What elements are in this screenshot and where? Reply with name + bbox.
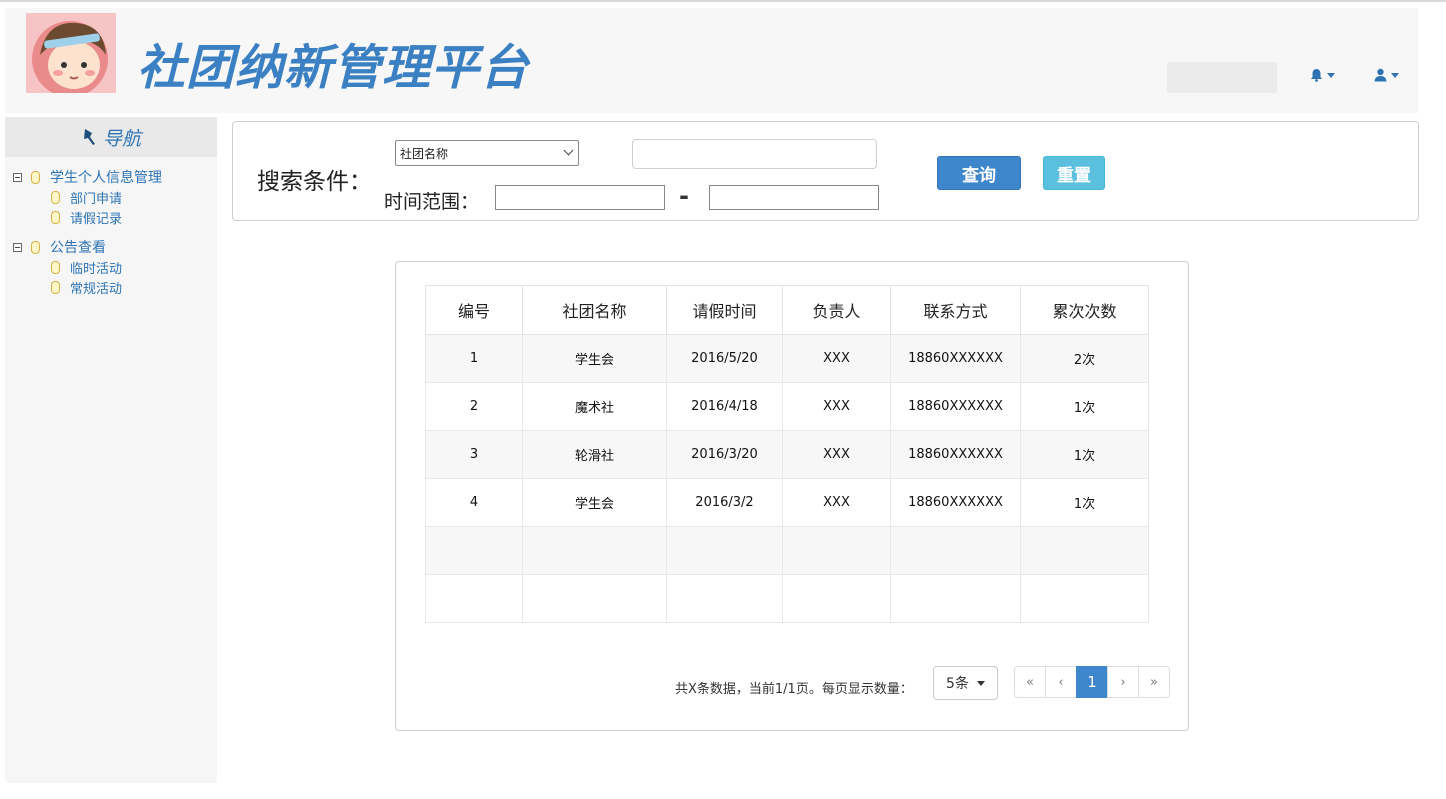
keyword-input[interactable] (632, 139, 877, 169)
table-cell: 2 (425, 382, 523, 431)
table-cell: 3 (425, 430, 523, 479)
table-row[interactable]: 2 魔术社 2016/4/18 XXX 18860XXXXXX 1次 (425, 382, 1149, 431)
table-row[interactable]: 4 学生会 2016/3/2 XXX 18860XXXXXX 1次 (425, 478, 1149, 527)
tree-item-label: 临时活动 (70, 261, 123, 277)
query-button[interactable]: 查询 (937, 156, 1021, 190)
table-cell: 学生会 (522, 478, 667, 527)
search-panel: 搜索条件： 社团名称 时间范围： - 查询 重置 (232, 121, 1419, 221)
start-date-input[interactable] (495, 185, 665, 210)
table-cell: 18860XXXXXX (890, 478, 1021, 527)
table-cell: 2016/3/20 (666, 430, 783, 479)
tree-item-leave-records[interactable]: 请假记录 (13, 207, 217, 227)
column-header[interactable]: 负责人 (782, 285, 891, 335)
table-cell: 魔术社 (522, 382, 667, 431)
results-table: 编号 社团名称 请假时间 负责人 联系方式 累次次数 1 学生会 2016/5/… (425, 285, 1149, 623)
table-cell: 2016/4/18 (666, 382, 783, 431)
table-cell: 2016/3/2 (666, 478, 783, 527)
tree-item-department-apply[interactable]: 部门申请 (13, 187, 217, 207)
table-cell: 1次 (1020, 430, 1149, 479)
sidebar-header: 导航 (5, 117, 217, 157)
column-header[interactable]: 社团名称 (522, 285, 667, 335)
header-placeholder-box (1167, 62, 1277, 93)
date-separator: - (679, 182, 689, 210)
table-cell: 18860XXXXXX (890, 382, 1021, 431)
tree-item-temporary-activities[interactable]: 临时活动 (13, 257, 217, 277)
paperclip-icon (31, 240, 40, 254)
pagination: « ‹ 1 › » (1014, 666, 1170, 698)
paperclip-icon (51, 280, 60, 294)
table-header-row: 编号 社团名称 请假时间 负责人 联系方式 累次次数 (425, 285, 1149, 335)
table-cell: 1次 (1020, 382, 1149, 431)
sidebar-title: 导航 (102, 127, 141, 150)
table-cell: 2016/5/20 (666, 334, 783, 383)
collapse-icon[interactable] (13, 242, 22, 252)
table-cell: 2次 (1020, 334, 1149, 383)
time-range-label: 时间范围： (384, 191, 480, 213)
column-header[interactable]: 请假时间 (666, 285, 783, 335)
search-field-select[interactable]: 社团名称 (395, 140, 579, 166)
nav-tree: 学生个人信息管理 部门申请 请假记录 公告查看 临时活动 常规活动 (5, 157, 217, 297)
column-header[interactable]: 编号 (425, 285, 523, 335)
table-cell: 学生会 (522, 334, 667, 383)
column-header[interactable]: 累次次数 (1020, 285, 1149, 335)
table-cell: 18860XXXXXX (890, 334, 1021, 383)
top-border (0, 0, 1446, 2)
table-cell: 轮滑社 (522, 430, 667, 479)
chevron-down-icon (1391, 72, 1399, 78)
chevron-down-icon (563, 145, 574, 156)
header-bar: 社团纳新管理平台 (5, 8, 1418, 113)
table-cell: XXX (782, 478, 891, 527)
chevron-down-icon (1327, 72, 1335, 78)
table-row[interactable]: 3 轮滑社 2016/3/20 XXX 18860XXXXXX 1次 (425, 430, 1149, 479)
tree-item-regular-activities[interactable]: 常规活动 (13, 277, 217, 297)
table-cell: XXX (782, 430, 891, 479)
table-cell: 4 (425, 478, 523, 527)
app-title: 社团纳新管理平台 (137, 40, 530, 96)
table-cell: XXX (782, 334, 891, 383)
pin-icon (83, 129, 95, 145)
last-page-button[interactable]: » (1138, 666, 1170, 698)
paperclip-icon (31, 170, 40, 184)
paperclip-icon (51, 190, 60, 204)
table-cell: 1次 (1020, 478, 1149, 527)
notification-dropdown[interactable] (1310, 68, 1335, 82)
collapse-icon[interactable] (13, 172, 22, 182)
prev-page-button[interactable]: ‹ (1045, 666, 1077, 698)
table-cell: 18860XXXXXX (890, 430, 1021, 479)
user-icon (1374, 68, 1387, 82)
paperclip-icon (51, 210, 60, 224)
page-size-value: 5条 (946, 676, 969, 692)
empty-table-row (425, 574, 1149, 623)
empty-table-row (425, 526, 1149, 575)
tree-item-label: 常规活动 (70, 281, 123, 297)
next-page-button[interactable]: › (1107, 666, 1139, 698)
page-1-button[interactable]: 1 (1076, 666, 1108, 698)
tree-item-label: 请假记录 (70, 211, 123, 227)
table-row[interactable]: 1 学生会 2016/5/20 XXX 18860XXXXXX 2次 (425, 334, 1149, 383)
tree-group-label: 公告查看 (50, 240, 106, 256)
user-dropdown[interactable] (1374, 68, 1399, 82)
search-conditions-label: 搜索条件： (257, 169, 372, 195)
tree-group-student-info[interactable]: 学生个人信息管理 (13, 167, 217, 187)
column-header[interactable]: 联系方式 (890, 285, 1021, 335)
paperclip-icon (51, 260, 60, 274)
tree-group-label: 学生个人信息管理 (50, 170, 162, 186)
sidebar: 导航 学生个人信息管理 部门申请 请假记录 公告查看 临时活动 常规活动 (5, 117, 217, 783)
tree-group-announcements[interactable]: 公告查看 (13, 237, 217, 257)
chevron-down-icon (976, 680, 985, 686)
pagination-summary: 共X条数据，当前1/1页。每页显示数量： (675, 682, 913, 697)
bell-icon (1311, 69, 1322, 82)
table-cell: XXX (782, 382, 891, 431)
reset-button[interactable]: 重置 (1043, 156, 1105, 190)
logo-avatar (26, 13, 116, 93)
end-date-input[interactable] (709, 185, 879, 210)
page-size-dropdown[interactable]: 5条 (933, 666, 998, 700)
tree-item-label: 部门申请 (70, 191, 123, 207)
table-cell: 1 (425, 334, 523, 383)
results-panel: 编号 社团名称 请假时间 负责人 联系方式 累次次数 1 学生会 2016/5/… (395, 261, 1189, 731)
first-page-button[interactable]: « (1014, 666, 1046, 698)
select-value: 社团名称 (400, 146, 449, 161)
